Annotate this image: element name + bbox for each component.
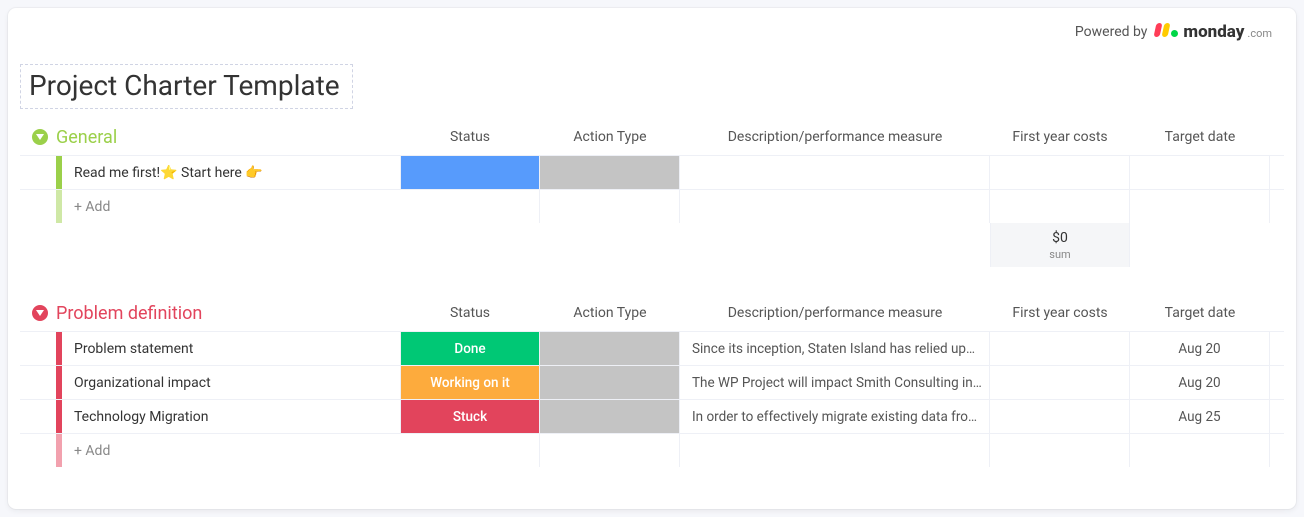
sum-label: sum [1049, 248, 1070, 261]
monday-logo-icon [1155, 23, 1178, 37]
first-year-costs-cell[interactable] [990, 366, 1130, 399]
column-header-target-date[interactable]: Target date [1130, 123, 1270, 151]
empty-cell [540, 190, 680, 223]
description-cell[interactable]: The WP Project will impact Smith Consult… [680, 366, 990, 399]
target-date-cell[interactable] [1130, 156, 1270, 189]
row-accent [56, 366, 62, 399]
footer-spacer [540, 223, 680, 267]
brand-suffix: .com [1247, 27, 1272, 40]
add-row-name-cell[interactable]: + Add [20, 434, 400, 467]
add-row[interactable]: + Add [20, 433, 1284, 467]
table-row[interactable]: Technology Migration Stuck In order to eff… [20, 399, 1284, 433]
status-cell[interactable] [400, 156, 540, 189]
brand-name: monday [1183, 22, 1244, 42]
status-cell[interactable]: Done [400, 332, 540, 365]
group-name: Problem definition [56, 303, 202, 324]
group-header: General StatusAction TypeDescription/perf… [20, 119, 1284, 155]
row-name-cell[interactable]: Problem statement [20, 332, 400, 365]
add-row[interactable]: + Add [20, 189, 1284, 223]
row-accent [56, 190, 62, 223]
description-cell[interactable]: In order to effectively migrate existing… [680, 400, 990, 433]
description-cell[interactable]: Since its inception, Staten Island has r… [680, 332, 990, 365]
column-header-description[interactable]: Description/performance measure [680, 299, 990, 327]
column-header-action-type[interactable]: Action Type [540, 123, 680, 151]
group-header: Problem definition StatusAction TypeDescr… [20, 295, 1284, 331]
monday-logo: monday.com [1155, 22, 1272, 42]
first-year-costs-cell[interactable] [990, 332, 1130, 365]
target-date-cell[interactable]: Aug 20 [1130, 366, 1270, 399]
row-name: Problem statement [56, 341, 193, 357]
empty-cell [680, 190, 990, 223]
group-name: General [56, 127, 117, 148]
status-cell[interactable]: Stuck [400, 400, 540, 433]
add-label: + Add [56, 443, 110, 459]
column-header-status[interactable]: Status [400, 299, 540, 327]
add-label: + Add [56, 199, 110, 215]
empty-cell [680, 434, 990, 467]
column-header-action-type[interactable]: Action Type [540, 299, 680, 327]
footer-spacer [20, 223, 400, 267]
board-card: Powered by monday.com Project Charter Te… [8, 8, 1296, 509]
column-header-first-year-costs[interactable]: First year costs [990, 123, 1130, 151]
group: General StatusAction TypeDescription/perf… [20, 119, 1284, 267]
chevron-down-icon[interactable] [32, 305, 48, 321]
table-row[interactable]: Read me first!⭐ Start here 👉 [20, 155, 1284, 189]
column-header-status[interactable]: Status [400, 123, 540, 151]
page-title: Project Charter Template [29, 69, 340, 102]
description-cell[interactable] [680, 156, 990, 189]
add-row-name-cell[interactable]: + Add [20, 190, 400, 223]
action-type-cell[interactable] [540, 400, 680, 433]
sum-value: $0 [1052, 230, 1068, 246]
row-name-cell[interactable]: Organizational impact [20, 366, 400, 399]
row-name: Read me first!⭐ Start here 👉 [56, 165, 263, 181]
row-name: Technology Migration [56, 409, 208, 425]
group-name-cell[interactable]: Problem definition [20, 303, 400, 324]
action-type-cell[interactable] [540, 156, 680, 189]
row-accent [56, 400, 62, 433]
row-accent [56, 434, 62, 467]
first-year-costs-cell[interactable] [990, 156, 1130, 189]
column-header-description[interactable]: Description/performance measure [680, 123, 990, 151]
empty-cell [990, 190, 1130, 223]
page-title-wrap[interactable]: Project Charter Template [20, 64, 353, 109]
status-cell[interactable]: Working on it [400, 366, 540, 399]
first-year-costs-sum: $0 sum [990, 223, 1130, 267]
row-accent [56, 332, 62, 365]
group-name-cell[interactable]: General [20, 127, 400, 148]
powered-by[interactable]: Powered by monday.com [1075, 22, 1272, 42]
action-type-cell[interactable] [540, 366, 680, 399]
footer-spacer [1130, 223, 1270, 267]
row-accent [56, 156, 62, 189]
group-footer: $0 sum [20, 223, 1284, 267]
group: Problem definition StatusAction TypeDescr… [20, 295, 1284, 467]
table-row[interactable]: Organizational impact Working on it The WP… [20, 365, 1284, 399]
column-header-target-date[interactable]: Target date [1130, 299, 1270, 327]
action-type-cell[interactable] [540, 332, 680, 365]
empty-cell [400, 190, 540, 223]
row-name: Organizational impact [56, 375, 211, 391]
footer-spacer [400, 223, 540, 267]
empty-cell [1130, 434, 1270, 467]
first-year-costs-cell[interactable] [990, 400, 1130, 433]
chevron-down-icon[interactable] [32, 129, 48, 145]
row-name-cell[interactable]: Read me first!⭐ Start here 👉 [20, 156, 400, 189]
board-scroll-pane[interactable]: Project Charter Template GeneralStatusAc… [8, 56, 1296, 509]
empty-cell [1130, 190, 1270, 223]
target-date-cell[interactable]: Aug 25 [1130, 400, 1270, 433]
empty-cell [540, 434, 680, 467]
footer-spacer [680, 223, 990, 267]
table-row[interactable]: Problem statement Done Since its inception… [20, 331, 1284, 365]
column-header-first-year-costs[interactable]: First year costs [990, 299, 1130, 327]
empty-cell [990, 434, 1130, 467]
row-name-cell[interactable]: Technology Migration [20, 400, 400, 433]
empty-cell [400, 434, 540, 467]
powered-by-label: Powered by [1075, 24, 1148, 40]
target-date-cell[interactable]: Aug 20 [1130, 332, 1270, 365]
